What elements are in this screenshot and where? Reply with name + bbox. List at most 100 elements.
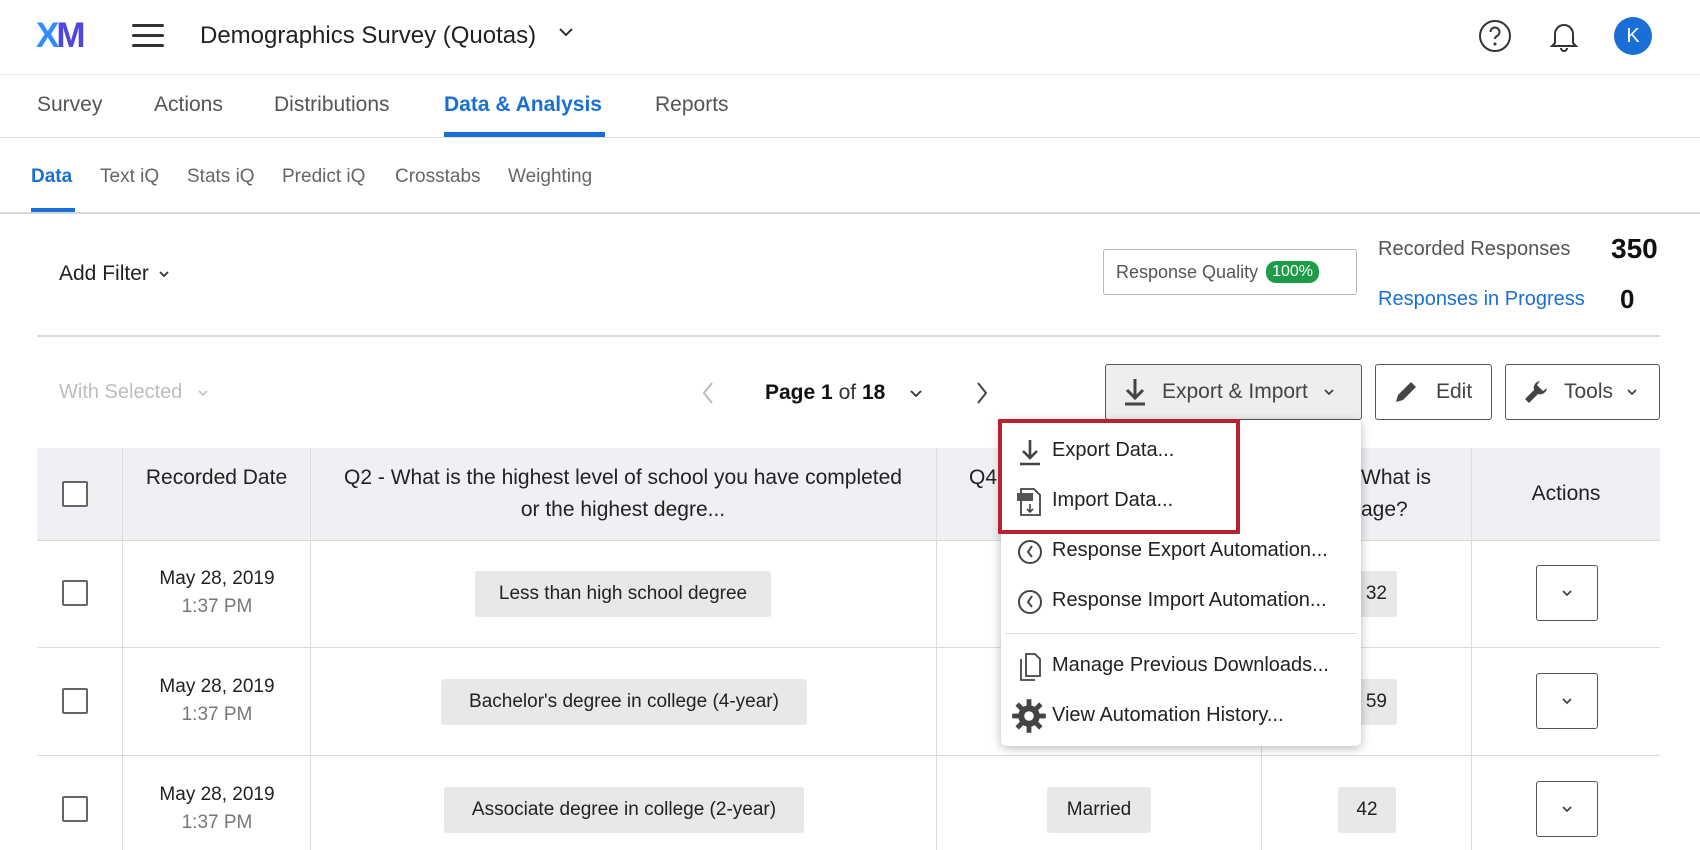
recorded-responses-label: Recorded Responses [1378,238,1571,260]
select-all-checkbox[interactable] [62,481,88,507]
time-text: 1:37 PM [181,596,253,617]
chevron-down-icon[interactable] [908,386,924,402]
menu-item-response-import-automation[interactable]: Response Import Automation... [1001,579,1361,623]
tools-button[interactable]: Tools [1505,364,1660,420]
q2-answer-chip: Less than high school degree [475,571,771,617]
xm-logo[interactable]: XM [36,16,86,56]
tab-actions[interactable]: Actions [154,93,223,117]
tab-distributions[interactable]: Distributions [274,93,390,117]
top-bar: XM Demographics Survey (Quotas) K [0,0,1700,75]
response-quality-label: Response Quality [1116,261,1259,282]
chevron-down-icon [1627,389,1637,396]
subtab-stats-iq[interactable]: Stats iQ [187,166,255,188]
page-of: of [838,381,857,404]
menu-item-label: Manage Previous Downloads... [1052,654,1329,676]
active-subtab-indicator [31,208,75,212]
time-text: 1:37 PM [181,812,253,833]
recorded-date-cell: May 28, 2019 1:37 PM [123,565,311,621]
survey-title[interactable]: Demographics Survey (Quotas) [200,22,536,50]
tab-survey[interactable]: Survey [37,93,102,117]
column-divider [936,448,937,850]
time-text: 1:37 PM [181,704,253,725]
chevron-down-icon [198,390,208,396]
row-checkbox[interactable] [62,688,88,714]
page-total: 18 [861,381,886,404]
subtab-crosstabs[interactable]: Crosstabs [395,166,481,188]
chevron-down-icon[interactable] [556,22,576,42]
menu-item-manage-previous-downloads[interactable]: Manage Previous Downloads... [1001,644,1361,688]
avatar[interactable]: K [1614,17,1652,55]
edit-label: Edit [1436,380,1473,403]
row-actions-button[interactable] [1536,781,1598,837]
gear-icon [1012,699,1046,733]
subtab-data[interactable]: Data [31,166,72,188]
row-checkbox[interactable] [62,580,88,606]
recorded-date-cell: May 28, 2019 1:37 PM [123,781,311,837]
export-import-label: Export & Import [1162,380,1308,403]
main-nav: Survey Actions Distributions Data & Anal… [0,75,1700,138]
edit-button[interactable]: Edit [1375,364,1492,420]
column-header-recorded-date[interactable]: Recorded Date [123,462,310,494]
with-selected-label: With Selected [59,381,183,403]
row-checkbox[interactable] [62,796,88,822]
response-quality-badge: 100% [1266,261,1319,283]
notification-bell-icon[interactable] [1548,19,1580,53]
pencil-icon [1396,382,1416,402]
responses-in-progress-count: 0 [1620,284,1635,314]
subtab-predict-iq[interactable]: Predict iQ [282,166,365,188]
export-import-button[interactable]: Export & Import [1105,364,1362,420]
previous-page-icon[interactable] [700,380,716,406]
subtab-text-iq[interactable]: Text iQ [100,166,159,188]
recorded-date-cell: May 28, 2019 1:37 PM [123,673,311,729]
add-filter-label: Add Filter [59,262,149,285]
page-word: Page [765,381,816,404]
menu-item-label: Response Export Automation... [1052,539,1328,561]
column-header-q2[interactable]: Q2 - What is the highest level of school… [337,462,909,526]
clock-icon [1018,590,1042,614]
wrench-icon [1525,381,1547,403]
chevron-down-icon [159,271,169,278]
tools-label: Tools [1564,380,1614,403]
subtab-weighting[interactable]: Weighting [508,166,592,188]
add-filter-button[interactable]: Add Filter [59,262,171,286]
menu-item-view-automation-history[interactable]: View Automation History... [1001,694,1361,738]
active-tab-indicator [444,132,605,137]
chevron-down-icon [1324,389,1334,396]
column-header-actions: Actions [1531,482,1601,505]
row-actions-button[interactable] [1536,673,1598,729]
divider [37,335,1660,337]
q2-answer-chip: Bachelor's degree in college (4-year) [441,679,807,725]
menu-item-label: Response Import Automation... [1052,589,1327,611]
date-text: May 28, 2019 [159,568,275,589]
page-current: 1 [821,381,833,404]
menu-item-response-export-automation[interactable]: Response Export Automation... [1001,529,1361,573]
sub-nav: Data Text iQ Stats iQ Predict iQ Crossta… [0,138,1700,214]
menu-item-label: View Automation History... [1052,704,1284,726]
date-text: May 28, 2019 [159,676,275,697]
age-answer-chip: 42 [1338,787,1396,833]
files-icon [1020,653,1041,681]
tab-reports[interactable]: Reports [655,93,729,117]
hamburger-menu-icon[interactable] [132,24,164,48]
date-text: May 28, 2019 [159,784,275,805]
chevron-down-icon [1562,698,1572,705]
next-page-icon[interactable] [974,380,990,406]
clock-icon [1018,540,1042,564]
row-divider [37,647,1660,648]
row-divider [37,755,1660,756]
recorded-responses-count: 350 [1611,233,1658,264]
menu-separator [1005,633,1357,634]
q2-answer-chip: Associate degree in college (2-year) [444,787,804,833]
row-actions-button[interactable] [1536,565,1598,621]
chevron-down-icon [1562,590,1572,597]
column-header-age[interactable]: What is age? [1361,462,1461,526]
with-selected-dropdown: With Selected [59,381,210,404]
highlight-annotation-box [998,419,1240,534]
chevron-down-icon [1562,806,1572,813]
responses-table: Recorded Date Q2 - What is the highest l… [37,448,1660,850]
response-quality-button[interactable]: Response Quality 100% [1103,249,1357,295]
tab-data-analysis[interactable]: Data & Analysis [444,93,602,117]
responses-in-progress-link[interactable]: Responses in Progress [1378,288,1585,311]
page-indicator[interactable]: Page 1 of 18 [765,381,885,405]
help-icon[interactable] [1478,19,1512,53]
